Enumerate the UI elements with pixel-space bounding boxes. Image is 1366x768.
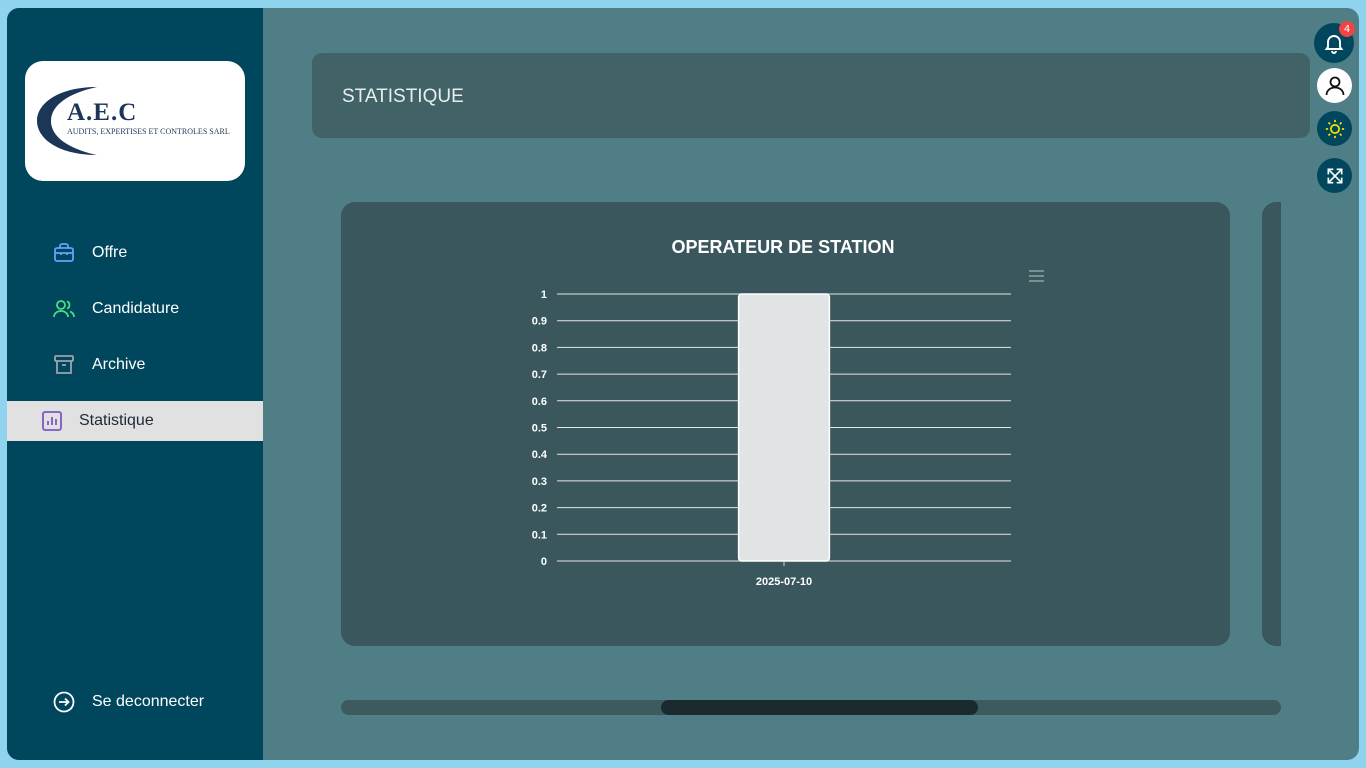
next-chart-card [1262,202,1281,646]
sidebar-item-statistique[interactable]: Statistique [7,401,263,441]
y-tick-label: 0.7 [532,369,547,381]
scrollbar-thumb[interactable] [661,700,978,715]
y-tick-label: 0.8 [532,342,547,354]
chart-card: OPERATEUR DE STATION 0 0.1 0.2 0.3 0.4 0.5 0.6 0… [341,202,1230,646]
y-tick-label: 1 [541,289,547,301]
y-tick-label: 0.5 [532,423,547,435]
logo-title: A.E.C [67,99,138,126]
briefcase-icon [54,243,74,262]
logout-label: Se deconnecter [92,693,205,710]
notification-badge: 4 [1339,21,1355,37]
y-tick-label: 0.3 [532,476,547,488]
sidebar-item-label: Statistique [79,412,154,429]
bar [737,293,831,562]
archive-icon [54,355,74,374]
sidebar-item-label: Archive [92,356,146,373]
users-icon [53,300,75,318]
sun-icon [1325,119,1344,138]
sidebar-item-label: Offre [92,244,128,261]
app-window: A.E.C AUDITS, EXPERTISES ET CONTROLES SA… [7,8,1359,760]
logo-subtitle: AUDITS, EXPERTISES ET CONTROLES SARL [67,127,230,136]
sidebar-item-candidature[interactable]: Candidature [7,289,263,329]
bar-chart: OPERATEUR DE STATION 0 0.1 0.2 0.3 0.4 0.5 0.6 0… [532,237,1044,588]
sidebar: A.E.C AUDITS, EXPERTISES ET CONTROLES SA… [7,8,263,760]
bar-chart-icon [42,411,62,431]
fullscreen-button[interactable] [1317,158,1352,193]
company-logo: A.E.C AUDITS, EXPERTISES ET CONTROLES SA… [25,61,245,181]
y-tick-label: 0.2 [532,503,547,515]
theme-toggle-button[interactable] [1317,111,1352,146]
horizontal-scrollbar[interactable] [341,700,1281,715]
sidebar-item-label: Candidature [92,300,180,317]
hamburger-menu-icon[interactable] [1029,270,1044,282]
logout-icon [53,691,75,713]
page-header: STATISTIQUE [312,53,1310,138]
chart-title: OPERATEUR DE STATION [671,237,894,257]
page-title: STATISTIQUE [342,86,464,107]
sidebar-item-offre[interactable]: Offre [7,233,263,273]
y-tick-label: 0.1 [532,529,547,541]
y-tick-label: 0 [541,556,547,568]
notifications-button[interactable]: 4 [1314,21,1355,63]
y-tick-label: 0.9 [532,316,547,328]
user-icon [1325,76,1344,95]
x-tick-label: 2025-07-10 [756,576,812,588]
sidebar-item-archive[interactable]: Archive [7,345,263,385]
logout-button[interactable]: Se deconnecter [7,682,263,722]
expand-icon [1327,168,1342,183]
y-tick-label: 0.4 [532,449,548,461]
y-tick-label: 0.6 [532,396,547,408]
profile-button[interactable] [1317,68,1352,103]
